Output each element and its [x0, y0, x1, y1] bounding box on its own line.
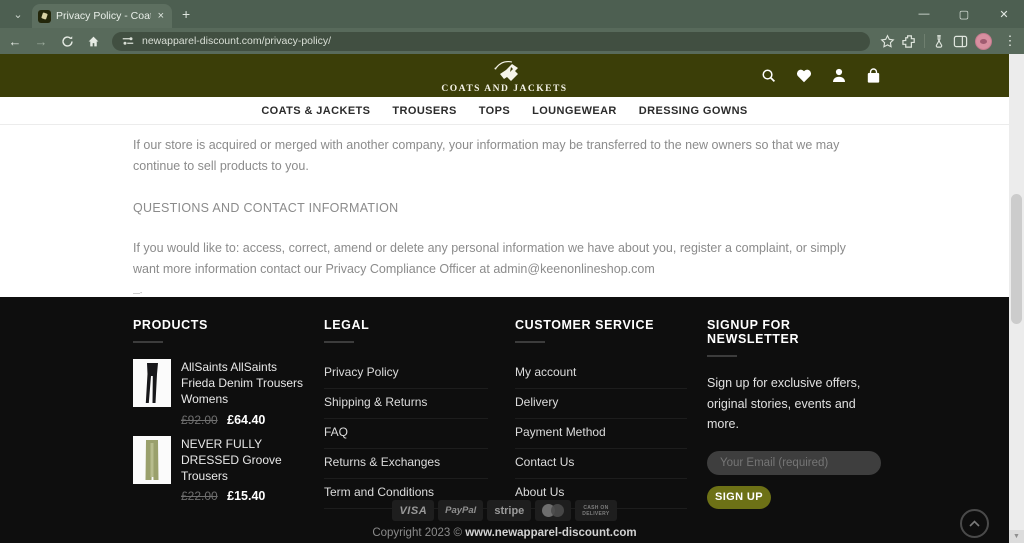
page-viewport: COATS AND JACKETS COATS & JACKETS TROUSE…: [0, 54, 1009, 543]
policy-stub-text: —-: [133, 290, 873, 297]
labs-flask-icon[interactable]: [932, 34, 946, 48]
footer-product-item[interactable]: AllSaints AllSaints Frieda Denim Trouser…: [133, 359, 309, 429]
browser-toolbar: ← → newapparel-discount.com/privacy-poli…: [0, 28, 1024, 54]
mastercard-badge: [535, 500, 571, 521]
footer-newsletter-title: SIGNUP FOR NEWSLETTER: [707, 318, 883, 346]
visa-badge: VISA: [392, 500, 434, 521]
link-my-account[interactable]: My account: [515, 359, 687, 389]
link-delivery[interactable]: Delivery: [515, 389, 687, 419]
nav-tops[interactable]: TOPS: [479, 105, 510, 117]
page-scrollbar[interactable]: ▼: [1009, 54, 1024, 543]
site-info-icon[interactable]: [122, 35, 134, 47]
scrollbar-thumb[interactable]: [1011, 194, 1022, 324]
product-old-price: £92.00: [181, 413, 218, 427]
maximize-button[interactable]: ▢: [944, 0, 984, 28]
link-returns-exchanges[interactable]: Returns & Exchanges: [324, 449, 488, 479]
policy-paragraph: If you would like to: access, correct, a…: [133, 238, 873, 281]
payment-methods: VISA PayPal stripe CASH ON DELIVERY: [0, 500, 1009, 521]
product-name[interactable]: NEVER FULLY DRESSED Groove Trousers: [181, 436, 309, 485]
footer-products-column: PRODUCTS AllSaints AllSaints Frieda Deni…: [133, 318, 309, 512]
jacket-logo-icon: [482, 58, 528, 84]
footer-newsletter-column: SIGNUP FOR NEWSLETTER Sign up for exclus…: [707, 318, 883, 509]
nav-dressing-gowns[interactable]: DRESSING GOWNS: [639, 105, 748, 117]
minimize-button[interactable]: —: [904, 0, 944, 28]
heart-icon[interactable]: [796, 69, 812, 83]
site-favicon: [38, 10, 51, 23]
chevron-up-icon: [969, 520, 980, 527]
link-contact-us[interactable]: Contact Us: [515, 449, 687, 479]
stripe-badge: stripe: [487, 500, 531, 521]
newsletter-description: Sign up for exclusive offers, original s…: [707, 373, 883, 435]
bookmark-star-icon[interactable]: [880, 34, 895, 49]
copyright-text: Copyright 2023 © www.newapparel-discount…: [0, 527, 1009, 539]
account-icon[interactable]: [832, 68, 846, 83]
browser-menu-icon[interactable]: ⋮: [999, 30, 1021, 52]
product-thumbnail: [133, 436, 171, 484]
site-logo[interactable]: COATS AND JACKETS: [441, 58, 567, 94]
search-icon[interactable]: [761, 68, 776, 83]
title-underline: [515, 341, 545, 343]
product-thumbnail: [133, 359, 171, 407]
policy-paragraph: If our store is acquired or merged with …: [133, 135, 873, 178]
tab-search-button[interactable]: ⌄: [6, 5, 30, 23]
product-name[interactable]: AllSaints AllSaints Frieda Denim Trouser…: [181, 359, 309, 408]
home-icon[interactable]: [82, 30, 104, 52]
window-controls: — ▢ ✕: [904, 0, 1024, 28]
policy-section-heading: QUESTIONS AND CONTACT INFORMATION: [133, 201, 873, 215]
tab-close-icon[interactable]: ×: [156, 10, 166, 22]
header-icons: [761, 54, 881, 97]
toolbar-separator: [924, 34, 925, 48]
footer-customer-service-title: CUSTOMER SERVICE: [515, 318, 687, 332]
footer-legal-title: LEGAL: [324, 318, 488, 332]
product-price: £64.40: [227, 413, 265, 427]
store-nav: COATS & JACKETS TROUSERS TOPS LOUNGEWEAR…: [0, 97, 1009, 125]
logo-text: COATS AND JACKETS: [441, 84, 567, 94]
link-payment-method[interactable]: Payment Method: [515, 419, 687, 449]
cash-on-delivery-badge: CASH ON DELIVERY: [575, 500, 616, 521]
copyright-site: www.newapparel-discount.com: [465, 527, 636, 539]
browser-titlebar: ⌄ Privacy Policy - Coats Sales Sto × + —…: [0, 0, 1024, 28]
policy-content: If our store is acquired or merged with …: [0, 125, 1009, 297]
nav-trousers[interactable]: TROUSERS: [392, 105, 456, 117]
url-text[interactable]: newapparel-discount.com/privacy-policy/: [142, 35, 331, 47]
nav-loungewear[interactable]: LOUNGEWEAR: [532, 105, 617, 117]
nav-coats-jackets[interactable]: COATS & JACKETS: [261, 105, 370, 117]
link-privacy-policy[interactable]: Privacy Policy: [324, 359, 488, 389]
site-footer: PRODUCTS AllSaints AllSaints Frieda Deni…: [0, 297, 1009, 543]
mastercard-icon: [542, 504, 564, 517]
scroll-to-top-button[interactable]: [960, 509, 989, 538]
title-underline: [133, 341, 163, 343]
paypal-badge: PayPal: [438, 500, 483, 521]
new-tab-button[interactable]: +: [182, 6, 190, 22]
title-underline: [707, 355, 737, 357]
footer-products-title: PRODUCTS: [133, 318, 309, 332]
title-underline: [324, 341, 354, 343]
footer-customer-service-column: CUSTOMER SERVICE My account Delivery Pay…: [515, 318, 687, 509]
browser-tab[interactable]: Privacy Policy - Coats Sales Sto ×: [32, 4, 172, 28]
reload-icon[interactable]: [56, 30, 78, 52]
scrollbar-down-arrow[interactable]: ▼: [1009, 530, 1024, 543]
toolbar-right: ⋮: [880, 30, 1021, 52]
close-button[interactable]: ✕: [984, 0, 1024, 28]
link-faq[interactable]: FAQ: [324, 419, 488, 449]
extensions-icon[interactable]: [902, 34, 917, 49]
footer-legal-column: LEGAL Privacy Policy Shipping & Returns …: [324, 318, 488, 509]
side-panel-icon[interactable]: [953, 34, 968, 49]
black-trousers-image: [140, 362, 164, 404]
forward-icon[interactable]: →: [30, 30, 52, 52]
address-bar[interactable]: newapparel-discount.com/privacy-policy/: [112, 32, 870, 51]
bag-icon[interactable]: [866, 68, 881, 84]
back-icon[interactable]: ←: [4, 30, 26, 52]
link-shipping-returns[interactable]: Shipping & Returns: [324, 389, 488, 419]
footer-product-item[interactable]: NEVER FULLY DRESSED Groove Trousers £22.…: [133, 436, 309, 506]
newsletter-email-input[interactable]: [707, 451, 881, 475]
green-trousers-image: [140, 439, 164, 481]
site-header: COATS AND JACKETS: [0, 54, 1009, 97]
profile-avatar[interactable]: [975, 33, 992, 50]
tab-title: Privacy Policy - Coats Sales Sto: [56, 10, 151, 22]
